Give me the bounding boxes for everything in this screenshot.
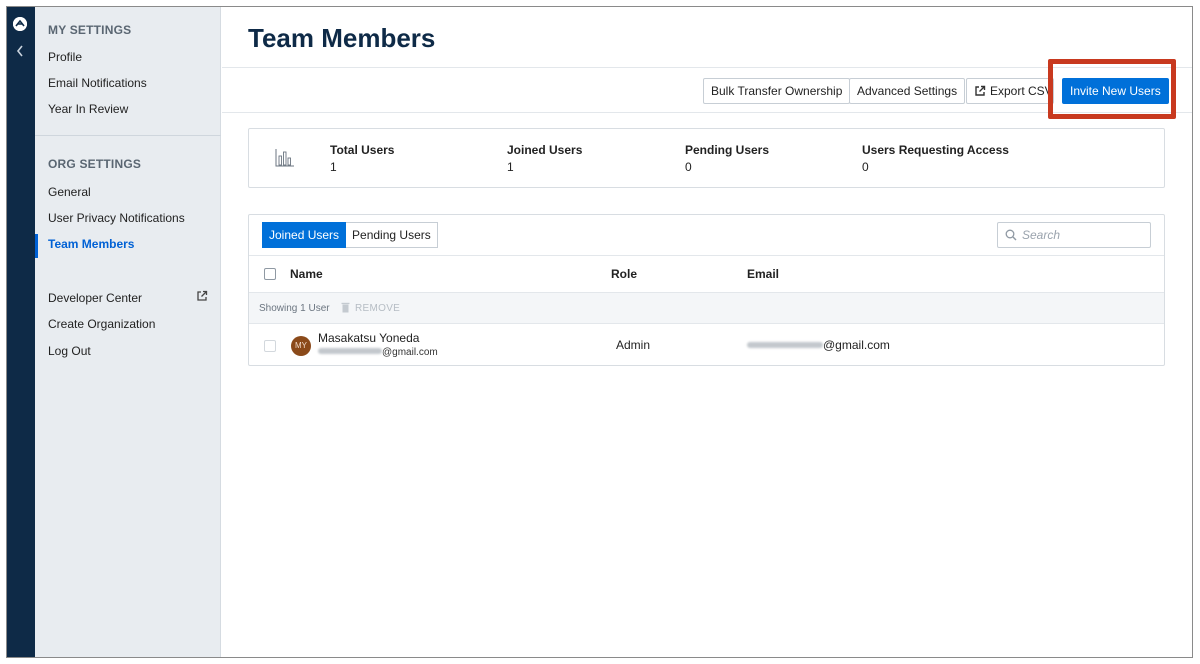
sidebar-divider bbox=[35, 135, 221, 136]
user-stats-card: Total Users 1 Joined Users 1 Pending Use… bbox=[248, 128, 1165, 188]
user-tabs: Joined Users Pending Users bbox=[262, 222, 438, 248]
remove-label: REMOVE bbox=[355, 303, 401, 314]
sidebar-item-log-out[interactable]: Log Out bbox=[48, 344, 91, 358]
tab-joined-users[interactable]: Joined Users bbox=[262, 222, 347, 248]
sidebar-item-developer-center[interactable]: Developer Center bbox=[48, 291, 142, 305]
stat-users-requesting-access: Users Requesting Access 0 bbox=[862, 143, 1009, 174]
stat-value: 1 bbox=[330, 160, 337, 174]
main-content: Team Members Bulk Transfer Ownership Adv… bbox=[222, 7, 1192, 657]
collapse-chevron-left-icon[interactable] bbox=[16, 45, 24, 59]
app-logo-icon[interactable] bbox=[13, 17, 27, 31]
app-window: MY SETTINGS Profile Email Notifications … bbox=[6, 6, 1193, 658]
advanced-settings-button[interactable]: Advanced Settings bbox=[849, 78, 966, 104]
users-table-panel: Joined Users Pending Users Name Role Ema… bbox=[248, 214, 1165, 366]
stat-label: Joined Users bbox=[507, 143, 583, 157]
user-email: @gmail.com bbox=[747, 338, 890, 352]
org-settings-heading: ORG SETTINGS bbox=[48, 157, 142, 171]
selection-bar: Showing 1 User REMOVE bbox=[249, 292, 1164, 324]
settings-sidebar: MY SETTINGS Profile Email Notifications … bbox=[35, 7, 221, 657]
stat-value: 0 bbox=[862, 160, 869, 174]
app-rail bbox=[7, 7, 35, 657]
search-input[interactable] bbox=[1022, 227, 1142, 243]
user-email-suffix: @gmail.com bbox=[823, 338, 890, 352]
toolbar: Bulk Transfer Ownership Advanced Setting… bbox=[222, 67, 1192, 113]
table-row[interactable]: MY Masakatsu Yoneda @gmail.com Admin @gm… bbox=[249, 324, 1164, 365]
search-box bbox=[997, 222, 1151, 248]
bar-chart-icon bbox=[275, 149, 295, 170]
invite-new-users-button[interactable]: Invite New Users bbox=[1062, 78, 1169, 104]
sidebar-item-year-in-review[interactable]: Year In Review bbox=[48, 102, 128, 116]
stat-value: 0 bbox=[685, 160, 692, 174]
export-csv-label: Export CSV bbox=[990, 84, 1053, 98]
stat-label: Pending Users bbox=[685, 143, 770, 157]
user-role: Admin bbox=[616, 338, 651, 352]
search-icon bbox=[1005, 229, 1017, 244]
showing-count: Showing 1 User bbox=[259, 303, 330, 314]
sidebar-item-general[interactable]: General bbox=[48, 185, 91, 199]
sidebar-item-create-organization[interactable]: Create Organization bbox=[48, 317, 155, 331]
table-header: Name Role Email bbox=[249, 255, 1164, 292]
sidebar-item-team-members[interactable]: Team Members bbox=[48, 237, 134, 251]
sidebar-item-email-notifications[interactable]: Email Notifications bbox=[48, 76, 147, 90]
redacted-text bbox=[318, 348, 382, 354]
stat-label: Users Requesting Access bbox=[862, 143, 1009, 157]
tab-pending-users[interactable]: Pending Users bbox=[346, 222, 438, 248]
column-header-name[interactable]: Name bbox=[290, 267, 323, 281]
stat-pending-users: Pending Users 0 bbox=[685, 143, 769, 174]
user-email-suffix: @gmail.com bbox=[382, 347, 438, 358]
remove-button[interactable]: REMOVE bbox=[341, 302, 401, 316]
column-header-email[interactable]: Email bbox=[747, 267, 779, 281]
sidebar-item-profile[interactable]: Profile bbox=[48, 50, 82, 64]
row-checkbox[interactable] bbox=[264, 340, 276, 352]
sidebar-item-user-privacy-notifications[interactable]: User Privacy Notifications bbox=[48, 211, 185, 225]
external-link-icon[interactable] bbox=[196, 290, 208, 302]
stat-label: Total Users bbox=[330, 143, 395, 157]
export-icon bbox=[974, 81, 986, 103]
user-name[interactable]: Masakatsu Yoneda bbox=[318, 331, 419, 345]
stat-joined-users: Joined Users 1 bbox=[507, 143, 582, 174]
column-header-role[interactable]: Role bbox=[611, 267, 637, 281]
trash-icon bbox=[341, 302, 350, 316]
active-indicator bbox=[35, 234, 38, 258]
export-csv-button[interactable]: Export CSV bbox=[966, 78, 1054, 104]
stat-value: 1 bbox=[507, 160, 514, 174]
avatar: MY bbox=[291, 336, 311, 356]
my-settings-heading: MY SETTINGS bbox=[48, 23, 132, 37]
stat-total-users: Total Users 1 bbox=[330, 143, 394, 174]
page-title: Team Members bbox=[248, 23, 436, 53]
user-email-secondary: @gmail.com bbox=[318, 347, 438, 358]
redacted-text bbox=[747, 342, 823, 348]
select-all-checkbox[interactable] bbox=[264, 268, 276, 280]
bulk-transfer-ownership-button[interactable]: Bulk Transfer Ownership bbox=[703, 78, 851, 104]
